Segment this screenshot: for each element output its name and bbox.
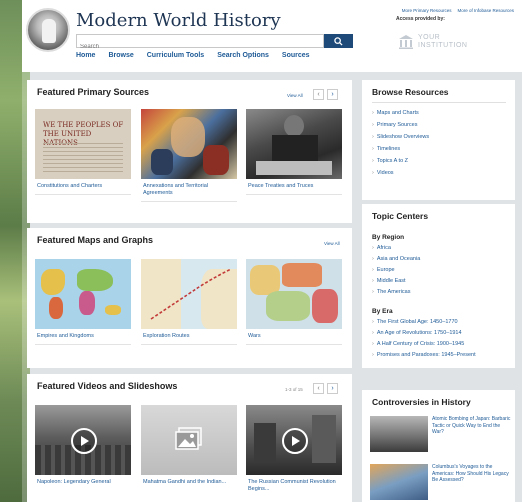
controversy-thumb [370,416,428,452]
pager-count: 1-3 of 15 [285,387,303,392]
institution-line-1: YOUR [418,34,441,41]
gallery-icon[interactable] [175,427,203,451]
card-empires[interactable]: Empires and Kingdoms [35,259,131,345]
panel-title: Controversies in History [372,397,471,407]
controversies-panel: Controversies in History Atomic Bombing … [362,390,515,502]
search-box [76,34,324,53]
featured-videos-panel: Featured Videos and Slideshows 1-3 of 15… [27,374,352,502]
view-all-link[interactable]: View All [324,241,340,246]
card-wars[interactable]: Wars [246,259,342,345]
search-button[interactable] [324,34,353,48]
featured-primary-sources-panel: Featured Primary Sources View All ‹ › WE… [27,80,352,223]
institution-logo: YOUR INSTITUTION [398,28,490,56]
nav-curriculum-tools[interactable]: Curriculum Tools [147,52,204,59]
access-label: Access provided by: [396,16,445,22]
institution-line-2: INSTITUTION [418,42,468,49]
prev-arrow-icon[interactable]: ‹ [313,383,324,394]
browse-link-timelines[interactable]: Timelines [372,146,400,152]
top-links: More Primary Resources More of Infobase … [402,8,514,13]
card-gandhi[interactable]: Mahatma Gandhi and the Indian... [141,405,237,486]
pager: ‹ › [313,383,338,394]
region-link-asia[interactable]: Asia and Oceania [372,256,420,262]
card-russian-revolution[interactable]: The Russian Communist Revolution Begins.… [246,405,342,493]
region-link-middle-east[interactable]: Middle East [372,278,406,284]
top-link-primary-resources[interactable]: More Primary Resources [402,8,452,13]
browse-link-maps[interactable]: Maps and Charts [372,110,419,116]
next-arrow-icon[interactable]: › [327,383,338,394]
institution-building-icon [399,35,413,49]
browse-resources-panel: Browse Resources Maps and Charts Primary… [362,80,515,200]
nav-sources[interactable]: Sources [282,52,310,59]
card-caption[interactable]: Peace Treaties and Truces [246,183,342,190]
card-napoleon[interactable]: Napoleon: Legendary General [35,405,131,486]
main-nav: Home Browse Curriculum Tools Search Opti… [76,52,310,59]
era-link-1[interactable]: The First Global Age: 1450–1770 [372,319,458,325]
controversy-item[interactable]: Atomic Bombing of Japan: Barbaric Tactic… [370,416,510,454]
card-caption[interactable]: Annexations and Territorial Agreements [141,183,237,197]
topic-centers-panel: Topic Centers By Region Africa Asia and … [362,204,515,368]
nav-browse[interactable]: Browse [108,52,133,59]
era-link-3[interactable]: A Half Century of Crisis: 1900–1945 [372,341,464,347]
card-caption[interactable]: Wars [246,333,342,340]
browse-link-topics[interactable]: Topics A to Z [372,158,408,164]
card-caption[interactable]: Constitutions and Charters [35,183,131,190]
pager: ‹ › [313,89,338,100]
browse-link-slideshow[interactable]: Slideshow Overviews [372,134,429,140]
top-link-infobase-resources[interactable]: More of Infobase Resources [457,8,514,13]
controversy-item[interactable]: Columbus's Voyages to the Americas: How … [370,464,510,502]
site-title[interactable]: Modern World History [76,10,281,31]
browse-link-primary[interactable]: Primary Sources [372,122,418,128]
site-header: Modern World History Home Browse Curricu… [22,0,522,72]
prev-arrow-icon[interactable]: ‹ [313,89,324,100]
era-link-4[interactable]: Promises and Paradoxes: 1945–Present [372,352,476,358]
card-caption[interactable]: The Russian Communist Revolution Begins.… [246,479,342,493]
search-icon [334,36,343,46]
card-caption[interactable]: Mahatma Gandhi and the Indian... [141,479,237,486]
card-caption[interactable]: Exploration Routes [141,333,237,340]
panel-title: Featured Videos and Slideshows [37,381,178,391]
panel-title: Browse Resources [372,87,449,97]
site-logo[interactable] [26,8,70,52]
card-constitutions[interactable]: WE THE PEOPLES OF THE UNITED NATIONS Con… [35,109,131,195]
featured-maps-panel: Featured Maps and Graphs View All Empire… [27,228,352,368]
card-caption[interactable]: Napoleon: Legendary General [35,479,131,486]
card-peace-treaties[interactable]: Peace Treaties and Truces [246,109,342,195]
controversy-text[interactable]: Atomic Bombing of Japan: Barbaric Tactic… [432,416,512,436]
by-region-heading: By Region [372,234,405,241]
play-icon[interactable] [71,428,97,454]
view-all-link[interactable]: View All [287,93,303,98]
nav-search-options[interactable]: Search Options [217,52,269,59]
by-era-heading: By Era [372,308,393,315]
panel-title: Featured Maps and Graphs [37,235,154,245]
controversy-thumb [370,464,428,500]
card-exploration[interactable]: Exploration Routes [141,259,237,345]
card-caption[interactable]: Empires and Kingdoms [35,333,131,340]
next-arrow-icon[interactable]: › [327,89,338,100]
browse-link-videos[interactable]: Videos [372,170,394,176]
region-link-europe[interactable]: Europe [372,267,395,273]
background-photo [0,0,30,502]
panel-title: Topic Centers [372,211,429,221]
panel-title: Featured Primary Sources [37,87,150,97]
nav-home[interactable]: Home [76,52,95,59]
region-link-africa[interactable]: Africa [372,245,391,251]
controversy-text[interactable]: Columbus's Voyages to the Americas: How … [432,464,512,484]
era-link-2[interactable]: An Age of Revolutions: 1750–1914 [372,330,462,336]
card-annexations[interactable]: Annexations and Territorial Agreements [141,109,237,202]
play-icon[interactable] [282,428,308,454]
region-link-americas[interactable]: The Americas [372,289,411,295]
